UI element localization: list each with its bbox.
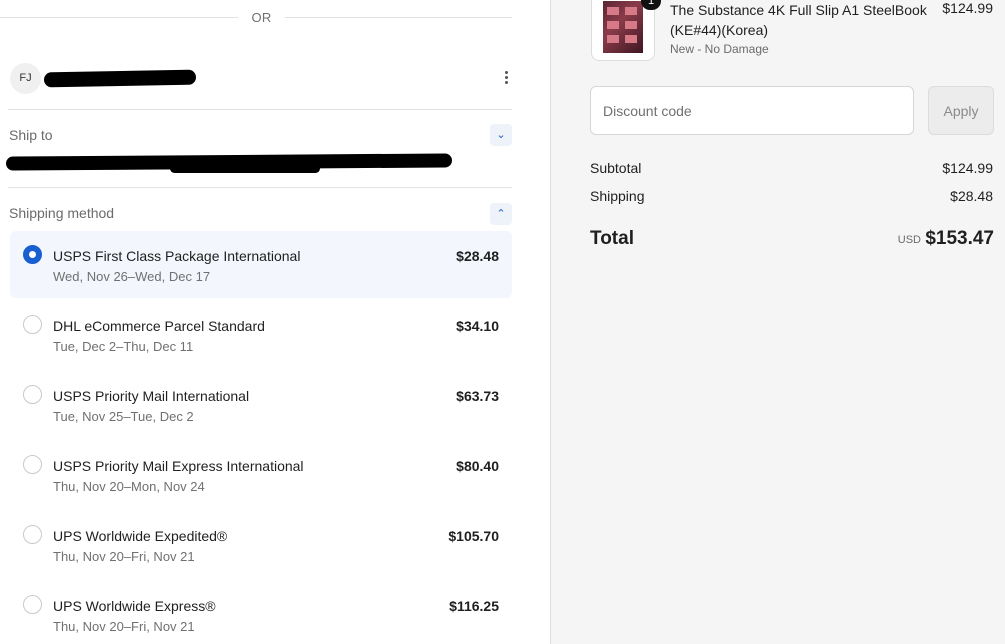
avatar: FJ — [10, 63, 41, 94]
shipping-option-name: UPS Worldwide Express® — [53, 598, 216, 614]
redacted-email — [43, 69, 197, 88]
shipping-option-eta: Thu, Nov 20–Mon, Nov 24 — [53, 479, 205, 494]
product-title: The Substance 4K Full Slip A1 SteelBook … — [670, 2, 927, 38]
chevron-down-icon: ⌄ — [496, 129, 506, 141]
shipping-method-label: Shipping method — [9, 205, 115, 221]
radio[interactable] — [23, 525, 42, 544]
ship-to-label: Ship to — [9, 127, 53, 143]
product-variant: New - No Damage — [670, 42, 769, 56]
chevron-up-icon: ⌃ — [496, 208, 506, 220]
shipping-option-eta: Tue, Nov 25–Tue, Dec 2 — [53, 409, 194, 424]
product-price: $124.99 — [942, 0, 993, 16]
shipping-method-toggle[interactable]: ⌃ — [490, 203, 512, 225]
subtotal-value: $124.99 — [942, 160, 993, 176]
apply-discount-button[interactable]: Apply — [928, 86, 994, 135]
shipping-option-eta: Thu, Nov 20–Fri, Nov 21 — [53, 549, 195, 564]
shipping-option[interactable]: USPS Priority Mail International Tue, No… — [10, 371, 512, 441]
shipping-option-eta: Thu, Nov 20–Fri, Nov 21 — [53, 619, 195, 634]
radio[interactable] — [23, 315, 42, 334]
shipping-option-name: USPS Priority Mail Express International — [53, 458, 304, 474]
radio[interactable] — [23, 385, 42, 404]
account-row: FJ — [10, 63, 512, 95]
or-divider: OR — [0, 8, 512, 28]
order-summary: 1 The Substance 4K Full Slip A1 SteelBoo… — [551, 0, 1005, 644]
shipping-option[interactable]: USPS First Class Package International W… — [10, 231, 512, 298]
more-options-icon[interactable] — [502, 71, 510, 87]
shipping-option-price: $80.40 — [456, 458, 499, 474]
redacted-address — [170, 164, 320, 173]
shipping-option-price: $34.10 — [456, 318, 499, 334]
shipping-option-price: $28.48 — [456, 248, 499, 264]
checkout-main: OR FJ Ship to ⌄ Shipping method ⌃ USPS F… — [0, 0, 551, 644]
shipping-option[interactable]: UPS Worldwide Express® Thu, Nov 20–Fri, … — [10, 581, 512, 644]
shipping-options-list: USPS First Class Package International W… — [10, 231, 512, 644]
shipping-option[interactable]: USPS Priority Mail Express International… — [10, 441, 512, 511]
shipping-option-eta: Tue, Dec 2–Thu, Dec 11 — [53, 339, 194, 354]
product-image — [603, 1, 643, 53]
shipping-option-name: DHL eCommerce Parcel Standard — [53, 318, 265, 334]
shipping-option-price: $105.70 — [448, 528, 499, 544]
total-value: $153.47 — [925, 228, 994, 249]
radio[interactable] — [23, 455, 42, 474]
shipping-option-eta: Wed, Nov 26–Wed, Dec 17 — [53, 269, 211, 284]
shipping-option[interactable]: UPS Worldwide Expedited® Thu, Nov 20–Fri… — [10, 511, 512, 581]
subtotal-label: Subtotal — [590, 160, 642, 176]
discount-code-input[interactable] — [590, 86, 914, 135]
total-label: Total — [590, 228, 634, 249]
section-divider — [8, 187, 512, 188]
shipping-cost-value: $28.48 — [950, 188, 993, 204]
section-divider — [8, 109, 512, 110]
shipping-option-price: $116.25 — [449, 598, 499, 614]
shipping-option-price: $63.73 — [456, 388, 499, 404]
radio-selected[interactable] — [23, 245, 42, 264]
radio[interactable] — [23, 595, 42, 614]
divider-line — [285, 17, 512, 18]
total-currency: USD — [897, 234, 921, 246]
divider-line — [0, 17, 238, 18]
shipping-option-name: USPS First Class Package International — [53, 248, 301, 264]
shipping-option-name: UPS Worldwide Expedited® — [53, 528, 228, 544]
shipping-option[interactable]: DHL eCommerce Parcel Standard Tue, Dec 2… — [10, 301, 512, 371]
shipping-cost-label: Shipping — [590, 188, 645, 204]
ship-to-toggle[interactable]: ⌄ — [490, 124, 512, 146]
shipping-option-name: USPS Priority Mail International — [53, 388, 250, 404]
or-text: OR — [251, 10, 272, 25]
